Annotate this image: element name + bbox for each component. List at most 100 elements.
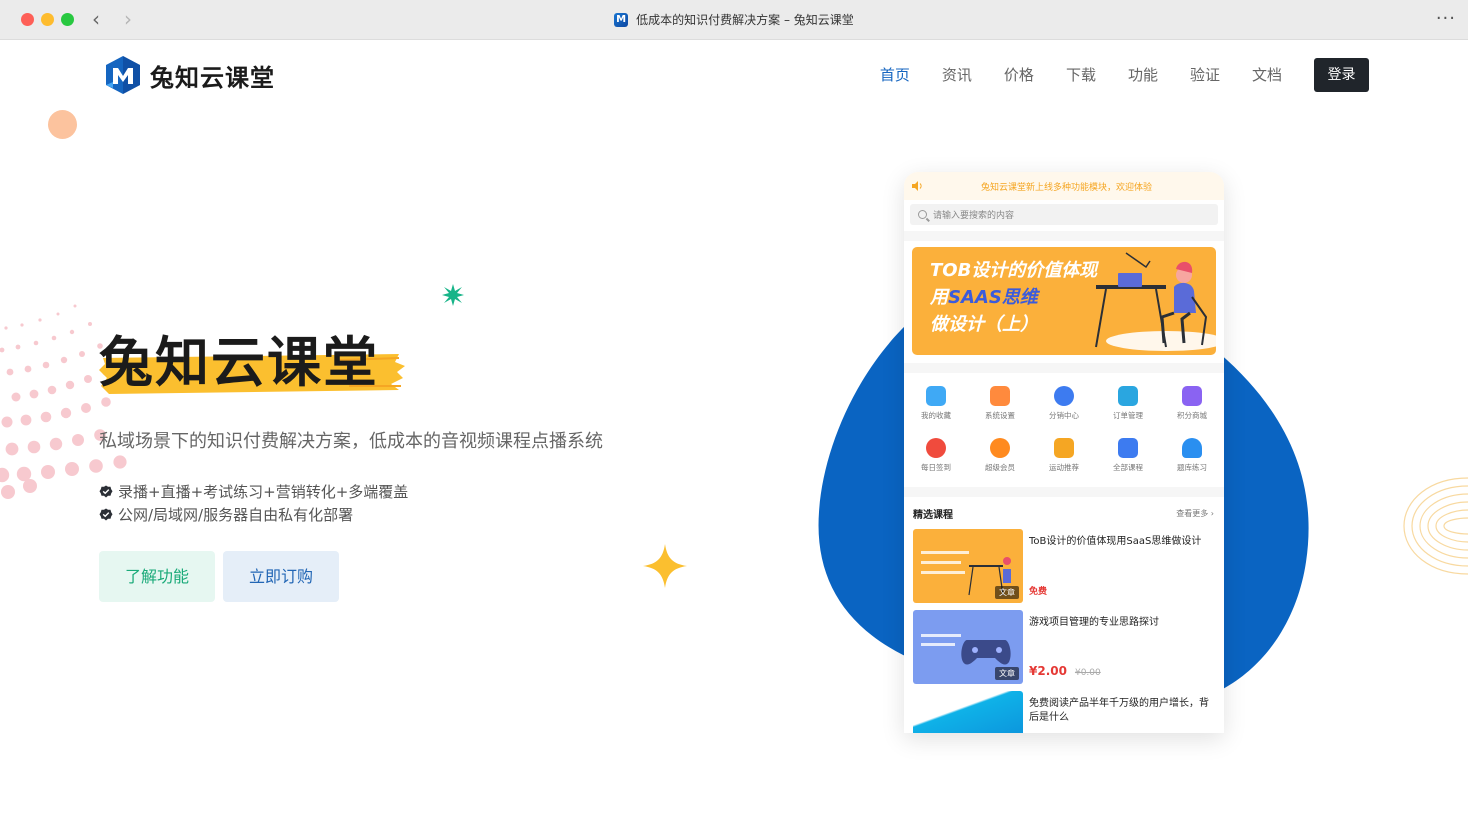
banner-line: 用SAAS思维 [930, 284, 1097, 311]
section-title: 精选课程 [913, 509, 953, 521]
section-divider [904, 487, 1224, 497]
section-divider [904, 363, 1224, 373]
nav-features[interactable]: 功能 [1128, 58, 1158, 92]
hero-title: 兔知云课堂 [99, 331, 379, 394]
course-title: 免费阅读产品半年千万级的用户增长，背后是什么 [1029, 698, 1209, 723]
buy-now-button[interactable]: 立即订购 [223, 551, 339, 602]
basket-icon [1054, 437, 1074, 458]
course-thumbnail: 文章 [913, 610, 1023, 684]
grid-item-question-bank[interactable]: 题库练习 [1160, 429, 1224, 481]
grid-item-label: 订单管理 [1113, 410, 1143, 420]
more-options-icon[interactable]: ··· [1436, 8, 1456, 29]
grid-item-label: 我的收藏 [921, 410, 951, 420]
main-nav: 首页 资讯 价格 下载 功能 验证 文档 登录 [880, 58, 1369, 92]
nav-verify[interactable]: 验证 [1190, 58, 1220, 92]
feature-text: 公网/局域网/服务器自由私有化部署 [118, 506, 354, 524]
grid-item-label: 题库练习 [1177, 462, 1207, 472]
speaker-icon [912, 181, 922, 191]
banner-line: 做设计（上） [930, 314, 1038, 335]
grid-item-vip[interactable]: 超级会员 [968, 429, 1032, 481]
browser-titlebar: ‹ › 低成本的知识付费解决方案 – 兔知云课堂 ··· [0, 0, 1468, 40]
grid-item-label: 全部课程 [1113, 462, 1143, 472]
tab-title: 低成本的知识付费解决方案 – 兔知云课堂 [0, 11, 1468, 28]
vip-coin-icon [990, 437, 1010, 458]
grid-item-settings[interactable]: 系统设置 [968, 377, 1032, 429]
course-info: 免费阅读产品半年千万级的用户增长，背后是什么 [1029, 691, 1215, 733]
decorative-fingerprint [1403, 477, 1468, 575]
grid-item-sports[interactable]: 运动推荐 [1032, 429, 1096, 481]
check-badge-icon [99, 508, 113, 520]
login-button[interactable]: 登录 [1314, 58, 1369, 92]
hero-title-block: 兔知云课堂 [99, 330, 405, 400]
grid-item-label: 运动推荐 [1049, 462, 1079, 472]
notice-text: 兔知云课堂新上线多种功能模块，欢迎体验 [980, 182, 1152, 193]
phone-search-input[interactable]: 请输入要搜索的内容 [910, 204, 1218, 225]
grid-item-label: 分销中心 [1049, 410, 1079, 420]
content-type-tag: 文章 [995, 586, 1019, 599]
green-sparkle-icon [442, 284, 464, 306]
search-icon [918, 210, 927, 219]
banner-highlight: SAAS思维 [948, 287, 1038, 308]
featured-courses-header: 精选课程 查看更多 › [904, 497, 1224, 529]
course-thumbnail: 文章 [913, 529, 1023, 603]
course-price: ¥2.00 ¥0.00 [1029, 664, 1159, 684]
favorites-icon [926, 385, 946, 406]
grid-item-label: 每日签到 [921, 462, 951, 472]
grid-item-label: 积分商城 [1177, 410, 1207, 420]
logo-text: 兔知云课堂 [150, 63, 275, 92]
course-thumbnail [913, 691, 1023, 733]
course-info: ToB设计的价值体现用SaaS思维做设计 免费 [1029, 529, 1201, 603]
gamepad-icon [1182, 385, 1202, 406]
course-title: 游戏项目管理的专业思路探讨 [1029, 617, 1159, 628]
notice-bar: 兔知云课堂新上线多种功能模块，欢迎体验 [904, 172, 1224, 200]
favicon-icon [614, 13, 629, 27]
megaphone-icon [990, 385, 1010, 406]
user-circle-icon [1054, 385, 1074, 406]
grid-apps-icon [1118, 437, 1138, 458]
search-placeholder: 请输入要搜索的内容 [933, 211, 1015, 221]
course-item[interactable]: 免费阅读产品半年千万级的用户增长，背后是什么 [904, 691, 1224, 733]
nav-pricing[interactable]: 价格 [1004, 58, 1034, 92]
phone-mockup: 兔知云课堂新上线多种功能模块，欢迎体验 请输入要搜索的内容 TOB设计的价值体现… [904, 172, 1224, 733]
course-title: ToB设计的价值体现用SaaS思维做设计 [1029, 536, 1202, 547]
order-icon [1118, 385, 1138, 406]
price-original: ¥0.00 [1074, 668, 1101, 678]
yellow-sparkle-icon [643, 544, 687, 588]
feature-item: 录播+直播+考试练习+营销转化+多端覆盖 [99, 481, 408, 502]
course-item[interactable]: 文章 ToB设计的价值体现用SaaS思维做设计 免费 [904, 529, 1224, 610]
grid-item-checkin[interactable]: 每日签到 [904, 429, 968, 481]
nav-news[interactable]: 资讯 [942, 58, 972, 92]
price-current: ¥2.00 [1029, 664, 1067, 678]
nav-home[interactable]: 首页 [880, 58, 910, 92]
site-logo[interactable]: 兔知云课堂 [104, 54, 275, 96]
course-item[interactable]: 文章 游戏项目管理的专业思路探讨 ¥2.00 ¥0.00 [904, 610, 1224, 691]
tab-title-text: 低成本的知识付费解决方案 – 兔知云课堂 [636, 13, 854, 27]
nav-docs[interactable]: 文档 [1252, 58, 1282, 92]
function-grid: 我的收藏 系统设置 分销中心 订单管理 积分商城 每日签到 超级会员 运动推荐 [904, 373, 1224, 481]
promo-banner[interactable]: TOB设计的价值体现 用SAAS思维 做设计（上） [912, 247, 1216, 355]
grid-item-all-courses[interactable]: 全部课程 [1096, 429, 1160, 481]
flower-icon [926, 437, 946, 458]
grid-item-orders[interactable]: 订单管理 [1096, 377, 1160, 429]
feature-item: 公网/局域网/服务器自由私有化部署 [99, 504, 353, 525]
person-icon [1182, 437, 1202, 458]
banner-line: TOB设计的价值体现 [930, 260, 1098, 281]
hero-subtitle: 私域场景下的知识付费解决方案，低成本的音视频课程点播系统 [99, 431, 603, 452]
banner-word: 用 [930, 287, 948, 308]
decorative-circle [48, 110, 77, 139]
grid-item-label: 系统设置 [985, 410, 1015, 420]
grid-item-distribution[interactable]: 分销中心 [1032, 377, 1096, 429]
course-price-free: 免费 [1029, 587, 1048, 597]
grid-item-label: 超级会员 [985, 462, 1015, 472]
learn-features-button[interactable]: 了解功能 [99, 551, 215, 602]
logo-mark-icon [106, 56, 140, 94]
content-type-tag: 文章 [995, 667, 1019, 680]
nav-download[interactable]: 下载 [1066, 58, 1096, 92]
grid-item-favorites[interactable]: 我的收藏 [904, 377, 968, 429]
check-badge-icon [99, 485, 113, 497]
course-info: 游戏项目管理的专业思路探讨 ¥2.00 ¥0.00 [1029, 610, 1159, 684]
grid-item-points-mall[interactable]: 积分商城 [1160, 377, 1224, 429]
section-divider [904, 231, 1224, 241]
view-more-link[interactable]: 查看更多 › [1176, 508, 1214, 519]
feature-text: 录播+直播+考试练习+营销转化+多端覆盖 [118, 483, 409, 501]
